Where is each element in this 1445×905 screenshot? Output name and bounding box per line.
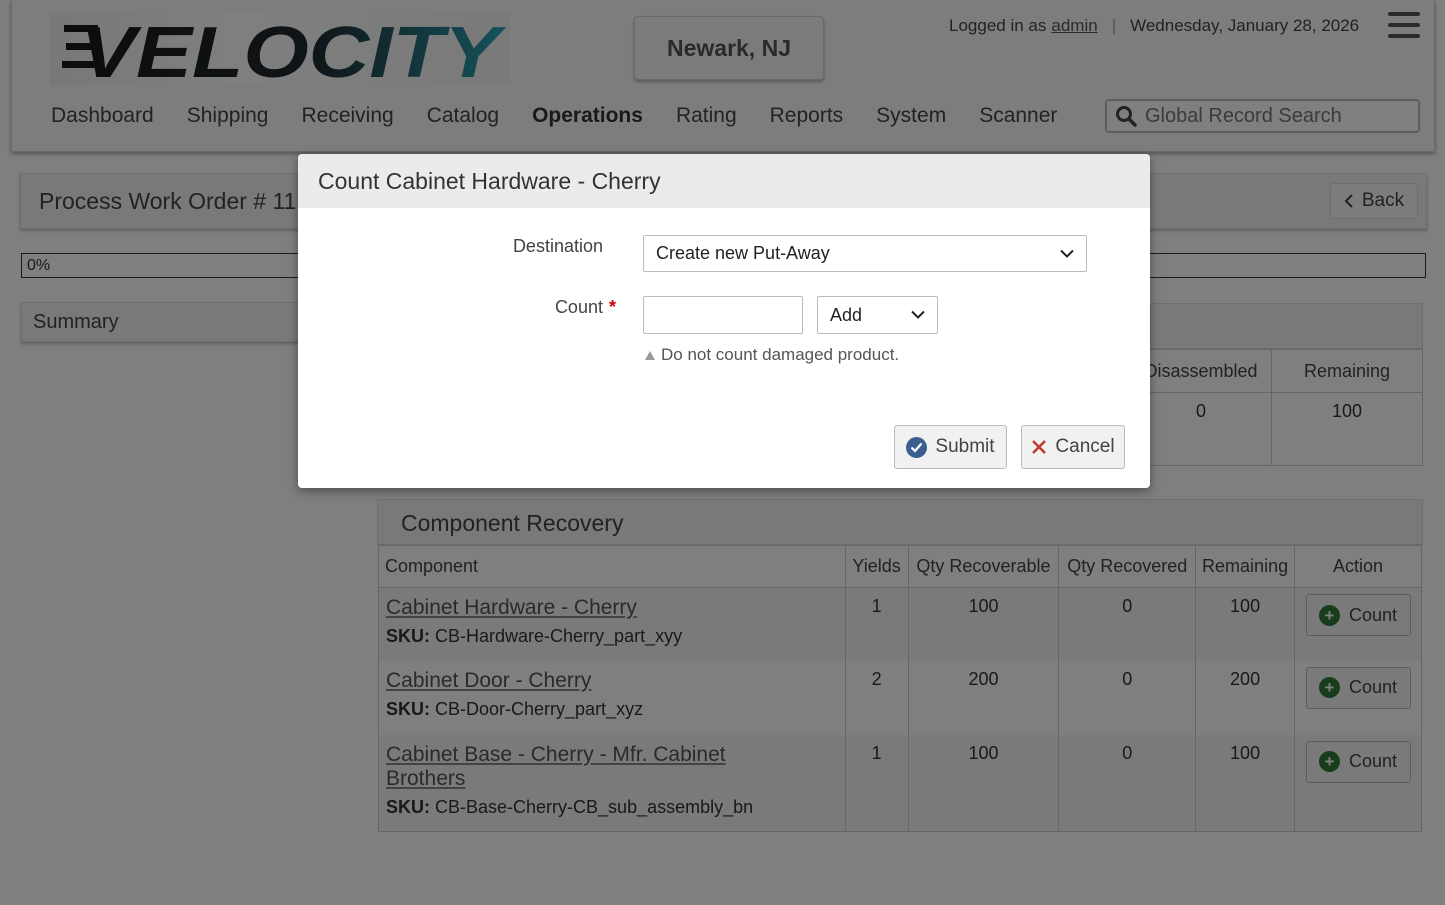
count-input[interactable] — [643, 296, 803, 334]
count-modal: Count Cabinet Hardware - Cherry Destinat… — [298, 154, 1150, 488]
count-label: Count — [554, 297, 603, 317]
count-hint: Do not count damaged product. — [645, 345, 899, 365]
destination-label: Destination — [512, 236, 603, 256]
destination-select[interactable]: Create new Put-Away — [643, 235, 1087, 272]
count-mode-select[interactable]: Add — [817, 296, 938, 334]
required-indicator: * — [608, 297, 616, 317]
count-hint-text: Do not count damaged product. — [661, 345, 900, 364]
chevron-down-icon — [1060, 249, 1074, 258]
cancel-button[interactable]: Cancel — [1021, 425, 1125, 469]
chevron-down-icon — [911, 310, 925, 319]
submit-button[interactable]: Submit — [894, 425, 1007, 469]
check-circle-icon — [906, 436, 928, 458]
app-root: VELOCITY Newark, NJ Logged in as admin |… — [0, 0, 1445, 905]
count-mode-selected-value: Add — [830, 304, 863, 325]
destination-selected-value: Create new Put-Away — [656, 243, 830, 263]
caret-up-icon — [645, 350, 655, 360]
count-label-wrap: Count * — [448, 297, 616, 318]
close-icon — [1032, 440, 1047, 454]
cancel-label: Cancel — [1055, 436, 1115, 457]
modal-header: Count Cabinet Hardware - Cherry — [298, 154, 1150, 208]
modal-title: Count Cabinet Hardware - Cherry — [318, 168, 661, 194]
submit-label: Submit — [935, 436, 995, 457]
